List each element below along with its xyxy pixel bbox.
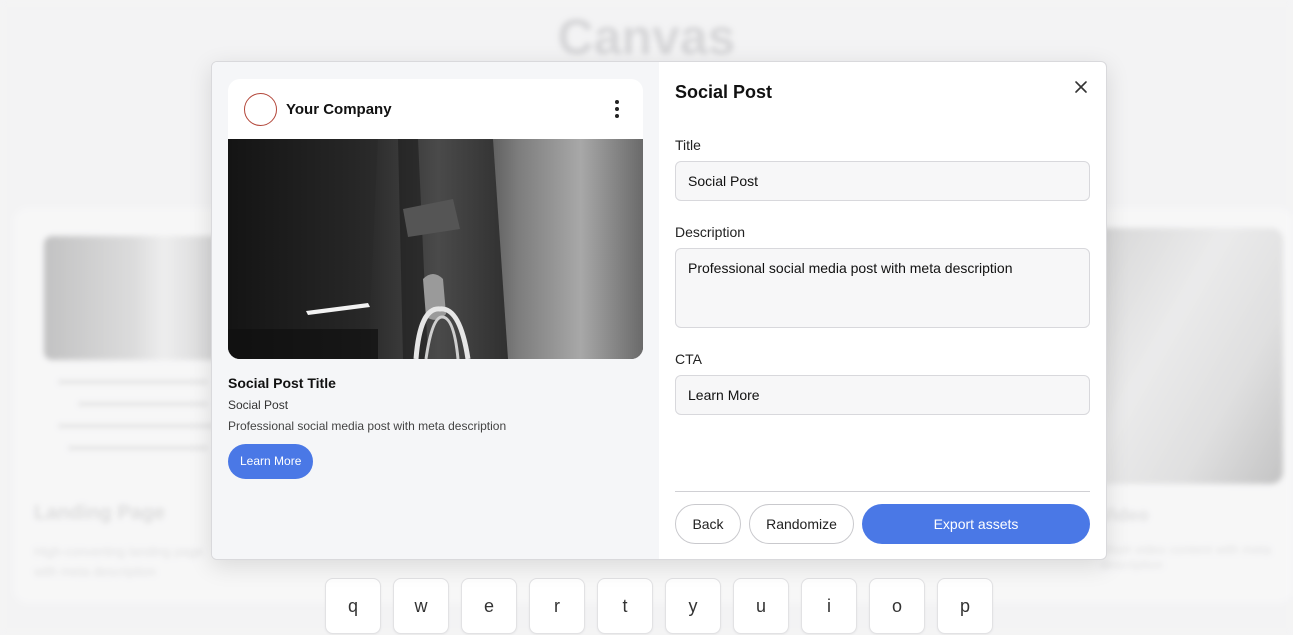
close-icon	[1075, 81, 1087, 93]
close-button[interactable]	[1070, 76, 1092, 98]
description-field-label: Description	[675, 224, 746, 240]
key-t[interactable]: t	[597, 578, 653, 634]
landing-page-card-description: High-converting landing page with meta d…	[34, 544, 204, 579]
company-avatar	[244, 92, 277, 126]
post-image	[228, 139, 643, 359]
canvas-title: Canvas	[557, 9, 736, 65]
social-post-preview-card: Your Company Social Post Title Social Po…	[228, 79, 643, 479]
key-i[interactable]: i	[801, 578, 857, 634]
key-u[interactable]: u	[733, 578, 789, 634]
cta-field-label: CTA	[675, 351, 702, 367]
key-y[interactable]: y	[665, 578, 721, 634]
title-input[interactable]: Social Post	[675, 161, 1090, 201]
post-cta-button[interactable]: Learn More	[228, 444, 314, 479]
post-subtitle: Social Post	[228, 398, 289, 412]
key-p[interactable]: p	[937, 578, 993, 634]
back-button[interactable]: Back	[675, 504, 741, 544]
description-textarea[interactable]: Professional social media post with meta…	[675, 248, 1090, 328]
post-image-photo	[228, 139, 643, 359]
social-post-modal: Your Company Social Post Title Social Po…	[211, 61, 1107, 560]
post-description: Professional social media post with meta…	[228, 419, 507, 433]
post-header: Your Company	[228, 79, 643, 139]
video-thumbnail	[1090, 228, 1283, 484]
footer-divider	[675, 491, 1090, 492]
export-assets-button[interactable]: Export assets	[862, 504, 1090, 544]
landing-page-placeholder-lines	[58, 380, 228, 468]
company-name: Your Company	[286, 100, 392, 118]
video-card-title: Video	[1100, 505, 1149, 525]
on-screen-keyboard: q w e r t y u i o p	[325, 578, 993, 634]
post-title: Social Post Title	[228, 375, 336, 391]
video-card-description: Short video content with meta descriptio…	[1100, 542, 1272, 572]
key-w[interactable]: w	[393, 578, 449, 634]
more-options-icon[interactable]	[607, 97, 627, 121]
cta-input[interactable]: Learn More	[675, 375, 1090, 415]
key-q[interactable]: q	[325, 578, 381, 634]
title-field-label: Title	[675, 137, 701, 153]
post-preview-pane: Your Company Social Post Title Social Po…	[212, 62, 659, 559]
randomize-button[interactable]: Randomize	[749, 504, 854, 544]
landing-page-card-title: Landing Page	[34, 502, 166, 524]
post-edit-form: Social Post Title Social Post Descriptio…	[659, 62, 1106, 559]
modal-heading: Social Post	[675, 82, 773, 102]
key-e[interactable]: e	[461, 578, 517, 634]
key-o[interactable]: o	[869, 578, 925, 634]
key-r[interactable]: r	[529, 578, 585, 634]
